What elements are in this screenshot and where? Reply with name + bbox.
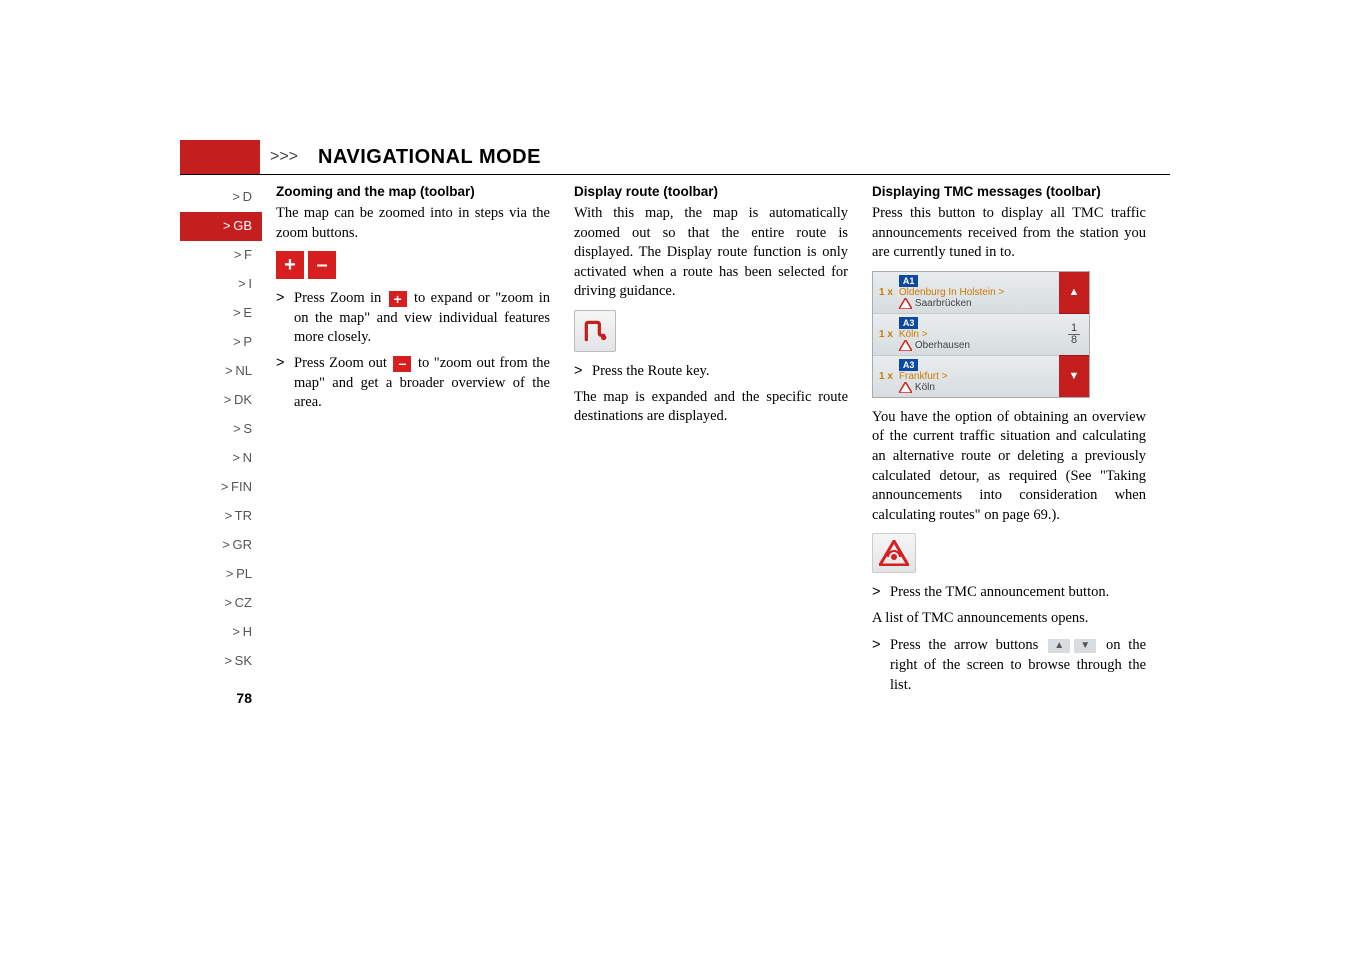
tmc-to: Köln bbox=[915, 382, 935, 393]
bullet-zoom-out: > Press Zoom out – to "zoom out from the… bbox=[276, 354, 550, 413]
tmc-from: Köln > bbox=[899, 329, 970, 340]
bullet-press-route: > Press the Route key. bbox=[574, 362, 848, 382]
column-zooming: Zooming and the map (toolbar) The map ca… bbox=[276, 183, 550, 706]
page-indicator: 1 8 bbox=[1059, 314, 1089, 356]
tmc-count: 1 x bbox=[879, 370, 893, 384]
tmc-to: Saarbrücken bbox=[915, 298, 972, 309]
tmc-count: 1 x bbox=[879, 328, 893, 342]
road-badge: A1 bbox=[899, 275, 919, 287]
plus-icon: + bbox=[389, 291, 407, 307]
bullet-arrow-icon: > bbox=[276, 354, 294, 413]
sidebar-item-n: > N bbox=[180, 444, 262, 473]
sidebar-item-i: > I bbox=[180, 270, 262, 299]
content-columns: Zooming and the map (toolbar) The map ca… bbox=[262, 183, 1170, 706]
zoom-in-icon: + bbox=[276, 251, 304, 279]
tmc-to: Oberhausen bbox=[915, 340, 970, 351]
sidebar-item-p: > P bbox=[180, 328, 262, 357]
tmc-count: 1 x bbox=[879, 286, 893, 300]
bullet-arrow-icon: > bbox=[276, 289, 294, 348]
tmc-list: 1 x A1 Oldenburg In Holstein > Saarbrück… bbox=[873, 272, 1059, 397]
bullet-press-arrows: > Press the arrow buttons ▲▼ on the righ… bbox=[872, 636, 1146, 695]
sidebar-item-cz: > CZ bbox=[180, 589, 262, 618]
sidebar-item-tr: > TR bbox=[180, 502, 262, 531]
tmc-list-figure: 1 x A1 Oldenburg In Holstein > Saarbrück… bbox=[872, 271, 1090, 398]
text-zoom-intro: The map can be zoomed into in steps via … bbox=[276, 204, 550, 243]
text-tmc-list-opens: A list of TMC announcements opens. bbox=[872, 609, 1146, 629]
sidebar-item-f: > F bbox=[180, 241, 262, 270]
sidebar-item-e: > E bbox=[180, 299, 262, 328]
page-body: > D > GB > F > I > E > P > NL > DK > S >… bbox=[180, 183, 1170, 706]
header-arrows: >>> bbox=[260, 140, 308, 174]
heading-zooming: Zooming and the map (toolbar) bbox=[276, 183, 550, 201]
arrow-down-icon: ▼ bbox=[1074, 639, 1096, 653]
header-red-block bbox=[180, 140, 260, 174]
tmc-row: 1 x A3 Frankfurt > Köln bbox=[873, 356, 1059, 397]
bullet-zoom-in-text: Press Zoom in + to expand or "zoom in on… bbox=[294, 289, 550, 348]
sidebar-item-nl: > NL bbox=[180, 357, 262, 386]
heading-display-route: Display route (toolbar) bbox=[574, 183, 848, 201]
bullet-arrow-icon: > bbox=[872, 636, 890, 695]
warning-triangle-icon bbox=[899, 382, 912, 393]
tmc-from: Frankfurt > bbox=[899, 371, 948, 382]
bullet-arrow-icon: > bbox=[872, 583, 890, 603]
tmc-announcement-button-icon bbox=[872, 533, 916, 573]
sidebar-item-gr: > GR bbox=[180, 531, 262, 560]
text-tmc-after1: You have the option of obtaining an over… bbox=[872, 408, 1146, 525]
column-tmc: Displaying TMC messages (toolbar) Press … bbox=[872, 183, 1146, 706]
sidebar-item-gb: > GB bbox=[180, 212, 262, 241]
bullet-press-tmc-text: Press the TMC announcement button. bbox=[890, 583, 1146, 603]
text-route-intro: With this map, the map is automatically … bbox=[574, 204, 848, 302]
sidebar-item-dk: > DK bbox=[180, 386, 262, 415]
sidebar-item-sk: > SK bbox=[180, 647, 262, 676]
bullet-press-route-text: Press the Route key. bbox=[592, 362, 848, 382]
scroll-up-button[interactable]: ▲ bbox=[1059, 272, 1089, 314]
tmc-row: 1 x A1 Oldenburg In Holstein > Saarbrück… bbox=[873, 272, 1059, 314]
manual-page: >>> NAVIGATIONAL MODE > D > GB > F > I >… bbox=[180, 140, 1170, 706]
heading-tmc: Displaying TMC messages (toolbar) bbox=[872, 183, 1146, 201]
bullet-zoom-in: > Press Zoom in + to expand or "zoom in … bbox=[276, 289, 550, 348]
road-badge: A3 bbox=[899, 317, 919, 329]
road-badge: A3 bbox=[899, 359, 919, 371]
bullet-arrow-icon: > bbox=[574, 362, 592, 382]
sidebar-item-h: > H bbox=[180, 618, 262, 647]
route-key-icon bbox=[574, 310, 616, 352]
text-tmc-intro: Press this button to display all TMC tra… bbox=[872, 204, 1146, 263]
page-title: NAVIGATIONAL MODE bbox=[308, 140, 541, 174]
column-display-route: Display route (toolbar) With this map, t… bbox=[574, 183, 848, 706]
page-number: 78 bbox=[180, 690, 262, 706]
warning-triangle-icon bbox=[899, 340, 912, 351]
zoom-buttons-figure: + – bbox=[276, 251, 550, 279]
arrow-up-icon: ▲ bbox=[1048, 639, 1070, 653]
warning-triangle-icon bbox=[899, 298, 912, 309]
bullet-press-tmc: > Press the TMC announcement button. bbox=[872, 583, 1146, 603]
language-sidebar: > D > GB > F > I > E > P > NL > DK > S >… bbox=[180, 183, 262, 706]
page-header: >>> NAVIGATIONAL MODE bbox=[180, 140, 1170, 175]
sidebar-item-pl: > PL bbox=[180, 560, 262, 589]
sidebar-item-d: > D bbox=[180, 183, 262, 212]
tmc-from: Oldenburg In Holstein > bbox=[899, 287, 1004, 298]
bullet-press-arrows-text: Press the arrow buttons ▲▼ on the right … bbox=[890, 636, 1146, 695]
sidebar-item-fin: > FIN bbox=[180, 473, 262, 502]
tmc-scroll-side: ▲ 1 8 ▼ bbox=[1059, 272, 1089, 397]
zoom-out-icon: – bbox=[308, 251, 336, 279]
sidebar-item-s: > S bbox=[180, 415, 262, 444]
tmc-row: 1 x A3 Köln > Oberhausen bbox=[873, 314, 1059, 356]
scroll-down-button[interactable]: ▼ bbox=[1059, 356, 1089, 397]
bullet-zoom-out-text: Press Zoom out – to "zoom out from the m… bbox=[294, 354, 550, 413]
text-route-after: The map is expanded and the specific rou… bbox=[574, 388, 848, 427]
minus-icon: – bbox=[393, 356, 411, 372]
